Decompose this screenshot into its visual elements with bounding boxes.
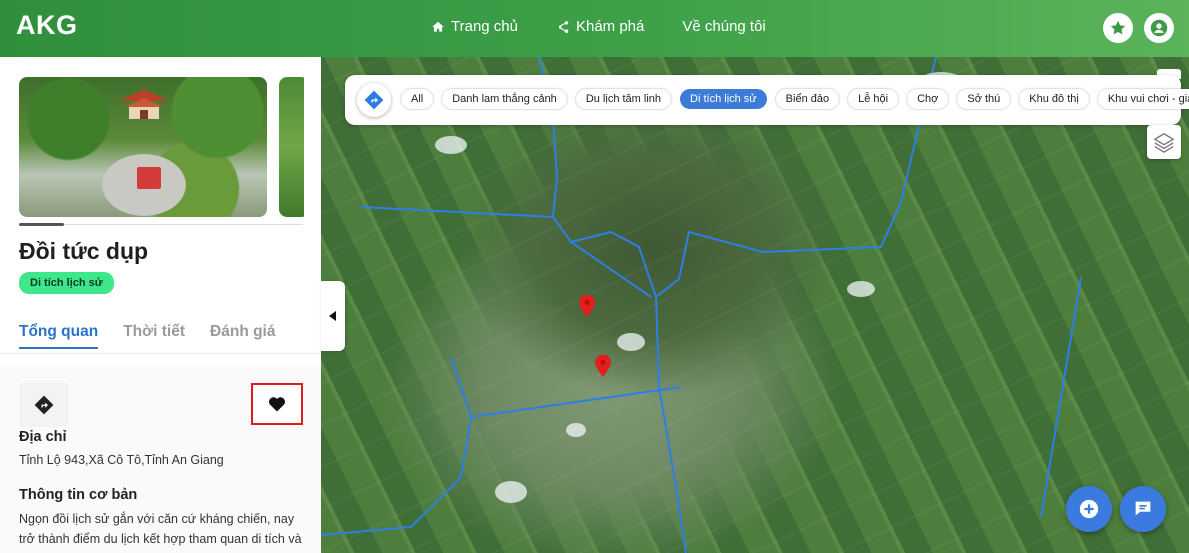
detail-tabs: Tổng quan Thời tiết Đánh giá (19, 323, 275, 349)
basic-info-line-1: Ngọn đồi lịch sử gắn với căn cứ kháng ch… (19, 512, 295, 526)
route-button[interactable] (357, 83, 391, 117)
chevron-left-icon (329, 311, 336, 321)
place-photo-next[interactable] (279, 77, 304, 217)
top-header: AKG Trang chủ Khám phá Về chúng tôi (0, 0, 1189, 57)
star-icon (1110, 20, 1126, 35)
nav-explore[interactable]: Khám phá (556, 18, 644, 35)
account-button[interactable] (1144, 13, 1174, 43)
satellite-map[interactable] (321, 57, 1189, 553)
temple-illustration (119, 89, 169, 119)
map-pin-icon[interactable] (595, 355, 611, 377)
category-badge: Di tích lịch sử (19, 272, 114, 294)
directions-icon (34, 395, 54, 415)
filter-chips: All Danh lam thắng cảnh Du lịch tâm linh… (401, 89, 1189, 109)
nav-about[interactable]: Về chúng tôi (682, 18, 765, 35)
map-pin-icon[interactable] (579, 295, 595, 317)
place-photo[interactable] (19, 77, 267, 217)
main-nav: Trang chủ Khám phá Về chúng tôi (431, 18, 766, 35)
tab-overview[interactable]: Tổng quan (19, 323, 99, 349)
chip-zoo[interactable]: Sở thú (957, 89, 1011, 109)
chip-islands[interactable]: Biển đảo (775, 89, 840, 109)
chip-market[interactable]: Chợ (907, 89, 949, 109)
heart-icon (268, 397, 286, 412)
basic-info-label: Thông tin cơ bản (19, 487, 138, 503)
nav-home-label: Trang chủ (451, 18, 518, 35)
photo-gallery[interactable] (19, 77, 304, 217)
nav-home[interactable]: Trang chủ (431, 18, 518, 35)
place-detail-panel: Đồi tức dụp Di tích lịch sử Tổng quan Th… (0, 57, 321, 553)
favorites-button[interactable] (1103, 13, 1133, 43)
app-logo[interactable]: AKG (16, 10, 78, 41)
gallery-scroll-thumb[interactable] (19, 223, 64, 226)
home-icon (432, 21, 444, 32)
chat-icon (1135, 501, 1151, 516)
basic-info-line-2: trở thành điểm du lịch kết hợp tham quan… (19, 532, 302, 546)
chat-button[interactable] (1120, 486, 1166, 532)
tab-weather[interactable]: Thời tiết (123, 323, 185, 349)
directions-icon (364, 90, 384, 110)
map-boundaries (321, 57, 1082, 553)
chip-festival[interactable]: Lễ hội (848, 89, 899, 109)
chip-urban[interactable]: Khu đô thị (1019, 89, 1089, 109)
nav-about-label: Về chúng tôi (682, 18, 766, 35)
place-title: Đồi tức dụp (19, 238, 149, 264)
chip-historical[interactable]: Di tích lịch sử (680, 89, 767, 109)
chip-scenic[interactable]: Danh lam thắng cảnh (442, 89, 567, 109)
add-place-button[interactable] (1066, 486, 1112, 532)
layers-icon (1153, 132, 1175, 153)
nav-explore-label: Khám phá (575, 18, 645, 35)
chip-spiritual[interactable]: Du lịch tâm linh (575, 89, 672, 109)
collapse-panel-button[interactable] (321, 281, 345, 351)
address-label: Địa chỉ (19, 429, 67, 445)
chip-all[interactable]: All (401, 89, 434, 109)
directions-button[interactable] (19, 383, 69, 427)
chip-entertainment[interactable]: Khu vui chơi - giải trí (1097, 89, 1189, 109)
tabs-divider (0, 353, 321, 354)
map-layers-button[interactable] (1147, 125, 1181, 159)
address-text: Tỉnh Lộ 943,Xã Cô Tô,Tỉnh An Giang (19, 453, 224, 467)
category-filter-bar: All Danh lam thắng cảnh Du lịch tâm linh… (345, 75, 1189, 125)
user-icon (1150, 19, 1168, 37)
plus-icon (1079, 499, 1099, 519)
favorite-button[interactable] (251, 383, 303, 425)
share-icon (558, 20, 569, 33)
tab-reviews[interactable]: Đánh giá (210, 323, 275, 349)
